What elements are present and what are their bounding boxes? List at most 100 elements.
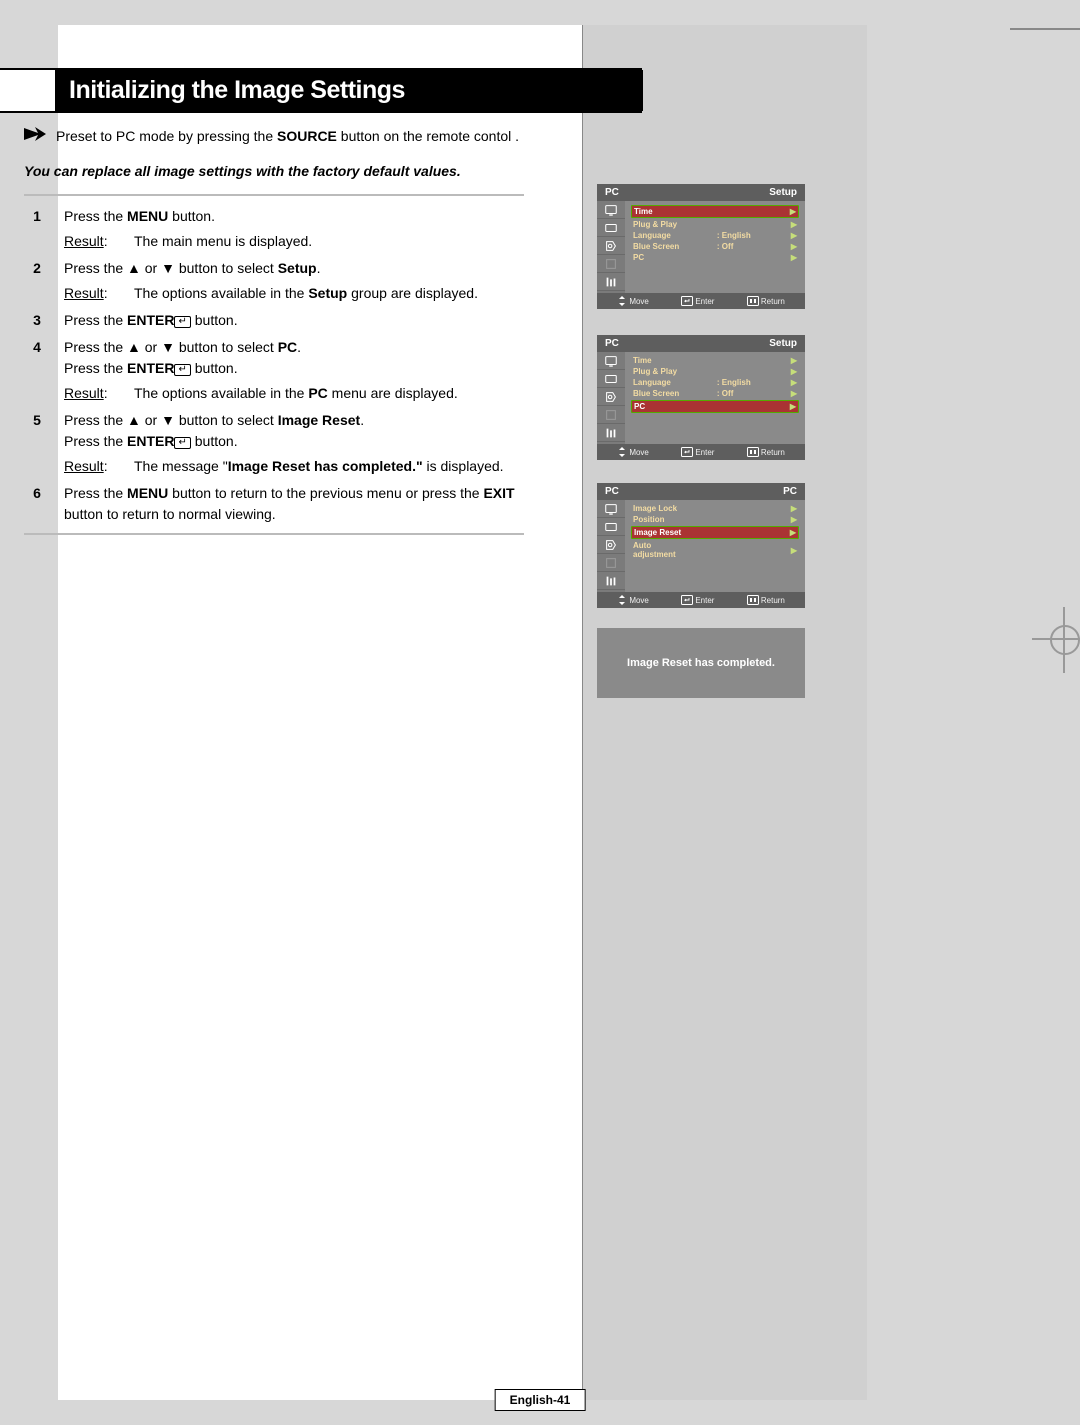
step-body: Press the ▲ or ▼ button to select Image … <box>64 410 524 477</box>
chevron-right-icon: ▶ <box>791 389 797 398</box>
result-row: Result:The options available in the Setu… <box>64 283 524 304</box>
result-row: Result:The options available in the PC m… <box>64 383 524 404</box>
osd-body: Image Lock▶Position▶Image Reset▶Auto adj… <box>597 500 805 592</box>
chevron-right-icon: ▶ <box>791 242 797 251</box>
note-pre: Preset to PC mode by pressing the <box>56 128 277 144</box>
result-text: The options available in the Setup group… <box>134 283 524 304</box>
step-body: Press the ENTER↵ button. <box>64 310 524 331</box>
osd-row-label: Language <box>633 378 695 387</box>
osd-tab-icon <box>597 518 625 536</box>
osd-tab-icon <box>597 406 625 424</box>
return-hint: Return <box>747 447 785 457</box>
osd-row-label: Auto adjustment <box>633 541 695 559</box>
enter-icon: ↵ <box>174 316 190 328</box>
step: 3 Press the ENTER↵ button. <box>24 310 524 331</box>
return-hint: Return <box>747 296 785 306</box>
osd-row-label: Position <box>633 515 695 524</box>
step-number: 5 <box>24 410 50 477</box>
step-line: Press the ENTER↵ button. <box>64 431 524 452</box>
registration-mark-top-right <box>1010 28 1080 30</box>
osd-header-left: PC <box>605 486 619 497</box>
osd-tab-icon <box>597 554 625 572</box>
step-body: Press the ▲ or ▼ button to select PC.Pre… <box>64 337 524 404</box>
osd-tab-icon <box>597 201 625 219</box>
osd-menu-row: Image Reset ▶ <box>631 526 799 539</box>
step-body: Press the ▲ or ▼ button to select Setup.… <box>64 258 524 304</box>
step-line: Press the ▲ or ▼ button to select Setup. <box>64 258 524 279</box>
preset-note-text: Preset to PC mode by pressing the SOURCE… <box>56 126 524 147</box>
steps-container: 1Press the MENU button.Result:The main m… <box>24 206 524 525</box>
osd-panel: PCPCImage Lock▶Position▶Image Reset▶Auto… <box>597 483 805 608</box>
osd-row-value: : Off <box>717 242 769 251</box>
osd-header-right: PC <box>783 486 797 497</box>
osd-tab-icon <box>597 352 625 370</box>
osd-body: Time▶Plug & Play▶Language: English▶Blue … <box>597 352 805 444</box>
step-number: 6 <box>24 483 50 525</box>
osd-menu-row: Auto adjustment ▶ <box>631 540 799 560</box>
osd-footer: Move Enter Return <box>597 592 805 608</box>
chevron-right-icon: ▶ <box>791 546 797 555</box>
page-number-badge: English-41 <box>495 1389 586 1411</box>
osd-header-left: PC <box>605 187 619 198</box>
osd-row-label: Time <box>633 356 695 365</box>
osd-menu-row: Language: English▶ <box>631 230 799 241</box>
step-body: Press the MENU button to return to the p… <box>64 483 524 525</box>
osd-row-label: PC <box>633 253 695 262</box>
chevron-right-icon: ▶ <box>790 402 796 411</box>
step-body: Press the MENU button.Result:The main me… <box>64 206 524 252</box>
osd-menu: Time▶Plug & Play▶Language: English▶Blue … <box>625 201 805 293</box>
step: 6 Press the MENU button to return to the … <box>24 483 524 525</box>
osd-footer: Move Enter Return <box>597 293 805 309</box>
chevron-right-icon: ▶ <box>791 504 797 513</box>
osd-menu: Time▶Plug & Play▶Language: English▶Blue … <box>625 352 805 444</box>
result-label: Result: <box>64 231 120 252</box>
chevron-right-icon: ▶ <box>791 253 797 262</box>
step-line: Press the ▲ or ▼ button to select Image … <box>64 410 524 431</box>
chevron-right-icon: ▶ <box>790 207 796 216</box>
result-label: Result: <box>64 456 120 477</box>
osd-tab-icon <box>597 370 625 388</box>
osd-header: PC PC <box>597 483 805 500</box>
osd-tab-icon <box>597 536 625 554</box>
osd-row-label: Blue Screen <box>633 389 695 398</box>
osd-menu-row: Blue Screen: Off▶ <box>631 241 799 252</box>
osd-row-value: : English <box>717 378 769 387</box>
osd-tab-icon <box>597 219 625 237</box>
step: 1Press the MENU button.Result:The main m… <box>24 206 524 252</box>
enter-hint: Enter <box>681 595 714 605</box>
osd-menu-row: PC ▶ <box>631 400 799 413</box>
step-line: Press the MENU button. <box>64 206 524 227</box>
step-line: Press the ENTER↵ button. <box>64 310 524 331</box>
osd-row-label: PC <box>634 402 696 411</box>
divider <box>24 194 524 196</box>
result-row: Result: The message "Image Reset has comp… <box>64 456 524 477</box>
step-line: Press the ▲ or ▼ button to select PC. <box>64 337 524 358</box>
step: 2Press the ▲ or ▼ button to select Setup… <box>24 258 524 304</box>
osd-menu: Image Lock▶Position▶Image Reset▶Auto adj… <box>625 500 805 592</box>
osd-tab-icon <box>597 424 625 442</box>
chevron-right-icon: ▶ <box>791 515 797 524</box>
osd-panel: PCSetupTime▶Plug & Play▶Language: Englis… <box>597 335 805 460</box>
osd-footer: Move Enter Return <box>597 444 805 460</box>
osd-menu-row: Time▶ <box>631 355 799 366</box>
step-number: 4 <box>24 337 50 404</box>
osd-menu-row: PC ▶ <box>631 252 799 263</box>
osd-header-right: Setup <box>769 338 797 349</box>
osd-header-left: PC <box>605 338 619 349</box>
result-text: The message "Image Reset has completed."… <box>134 456 524 477</box>
chevron-right-icon: ▶ <box>791 378 797 387</box>
step-number: 3 <box>24 310 50 331</box>
osd-tab-icon <box>597 388 625 406</box>
move-hint: Move <box>617 296 649 306</box>
result-text: The options available in the PC menu are… <box>134 383 524 404</box>
enter-hint: Enter <box>681 296 714 306</box>
instruction-content: Preset to PC mode by pressing the SOURCE… <box>24 118 524 545</box>
step: 5 Press the ▲ or ▼ button to select Image… <box>24 410 524 477</box>
osd-menu-row: Plug & Play▶ <box>631 366 799 377</box>
osd-tab-icon <box>597 572 625 590</box>
osd-row-label: Image Reset <box>634 528 696 537</box>
chevron-right-icon: ▶ <box>790 528 796 537</box>
section-title: Initializing the Image Settings <box>55 70 643 111</box>
osd-tab-icon <box>597 273 625 291</box>
step-line: Press the ENTER↵ button. <box>64 358 524 379</box>
